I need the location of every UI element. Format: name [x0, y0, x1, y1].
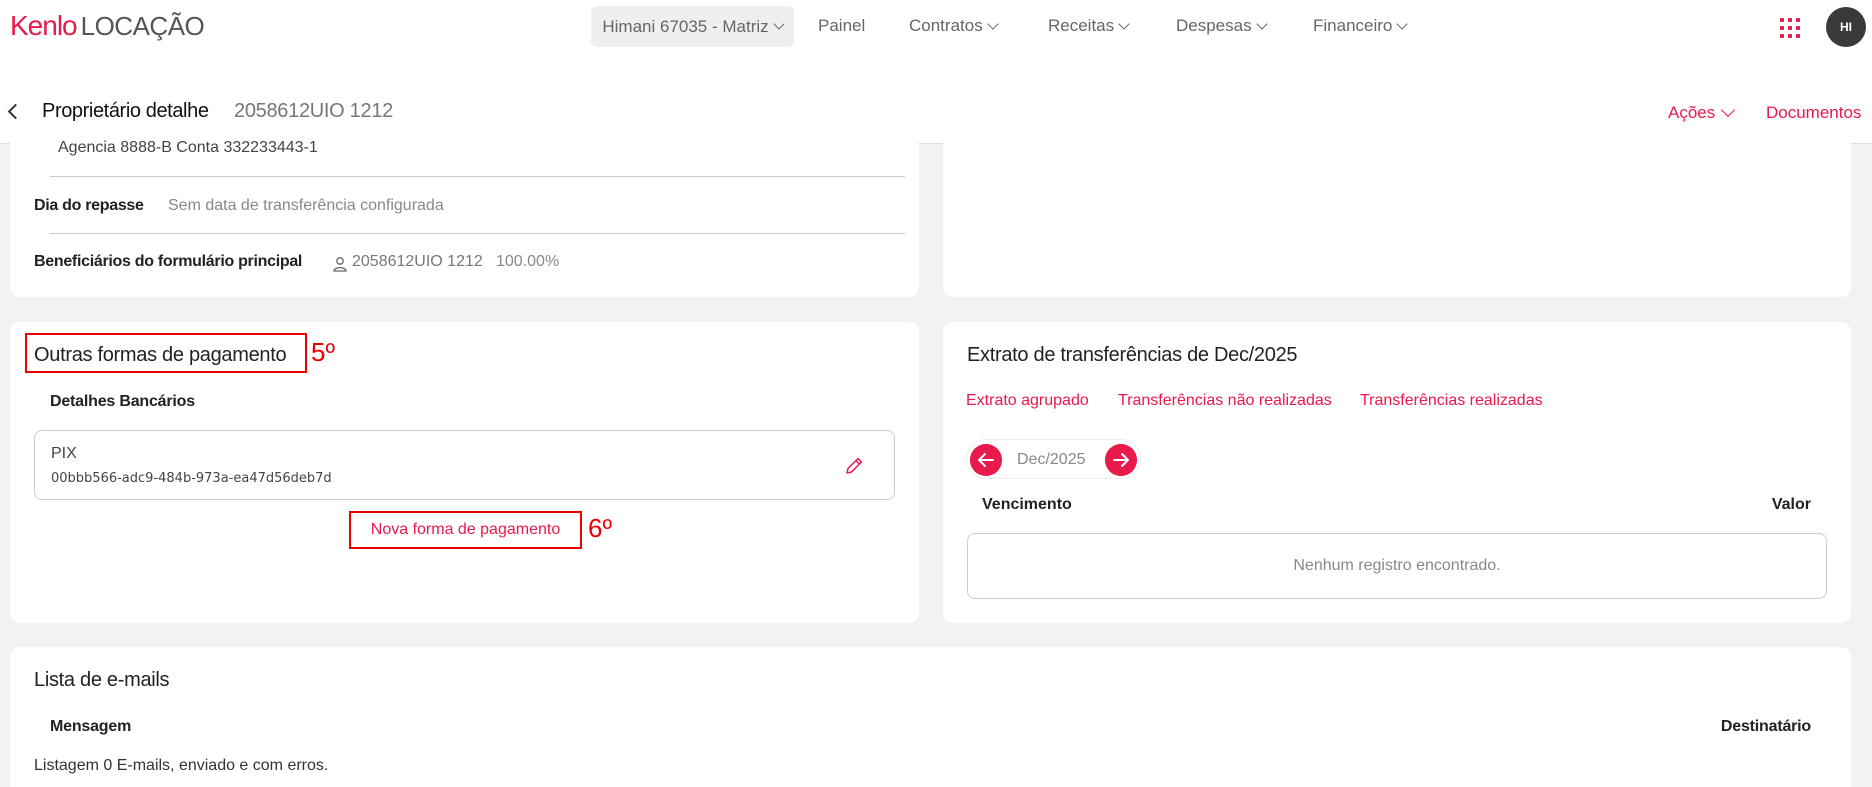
statement-card: Extrato de transferências de Dec/2025 Ex… [943, 322, 1851, 623]
nav-item-painel[interactable]: Painel [818, 16, 865, 36]
arrow-right-icon[interactable] [1105, 444, 1137, 476]
tab-realized-transfers[interactable]: Transferências realizadas [1360, 392, 1543, 410]
chevron-down-icon [772, 18, 785, 30]
arrow-left-icon[interactable] [970, 444, 1002, 476]
nav-item-despesas[interactable]: Despesas [1176, 16, 1268, 36]
actions-label: Ações [1668, 103, 1716, 122]
tab-unrealized-transfers[interactable]: Transferências não realizadas [1118, 392, 1332, 410]
beneficiary-name: 2058612UIO 1212 [352, 253, 483, 270]
nav-item-label: Painel [818, 16, 866, 35]
kenlo-logo[interactable]: Kenlo LOCAÇÃO [10, 10, 205, 42]
email-summary: Listagem 0 E-mails, enviado e com erros. [34, 757, 329, 774]
transfer-day-value: Sem data de transferência configurada [168, 197, 444, 214]
branch-select-label: Himani 67035 - Matriz [602, 16, 769, 36]
chevron-down-icon [1721, 102, 1736, 118]
step-marker-6: 6º [588, 513, 612, 543]
logo-brand: Kenlo [10, 10, 78, 41]
tab-grouped-statement[interactable]: Extrato agrupado [966, 392, 1089, 410]
page-title: Proprietário detalhe [42, 100, 209, 122]
branch-select[interactable]: Himani 67035 - Matriz [591, 6, 794, 47]
pencil-icon[interactable] [843, 455, 865, 477]
column-message: Mensagem [50, 718, 132, 735]
divider [50, 176, 905, 177]
month-label: Dec/2025 [1017, 451, 1086, 468]
nav-item-contratos[interactable]: Contratos [909, 16, 999, 36]
email-list-title: Lista de e-mails [34, 669, 170, 691]
statement-title: Extrato de transferências de Dec/2025 [967, 344, 1298, 366]
chevron-down-icon [1255, 17, 1268, 30]
pix-key: 00bbb566-adc9-484b-973a-ea47d56deb7d [51, 471, 332, 486]
step-marker-5: 5º [311, 337, 335, 367]
transfer-day-label: Dia do repasse [34, 197, 144, 214]
new-payment-method-button[interactable]: Nova forma de pagamento [349, 511, 582, 549]
documents-link[interactable]: Documentos [1766, 103, 1861, 123]
owner-code: 2058612UIO 1212 [234, 100, 393, 122]
pix-payment-item: PIX 00bbb566-adc9-484b-973a-ea47d56deb7d [34, 430, 895, 500]
nav-item-label: Financeiro [1313, 16, 1393, 35]
beneficiaries-label: Beneficiários do formulário principal [34, 253, 303, 270]
chevron-down-icon [1118, 17, 1130, 30]
user-icon [333, 257, 347, 272]
bank-account-line: Agencia 8888-B Conta 332233443-1 [58, 139, 318, 156]
month-navigator: Dec/2025 [966, 439, 1141, 479]
bank-details-label: Detalhes Bancários [50, 393, 195, 410]
empty-message: Nenhum registro encontrado. [1293, 557, 1501, 574]
column-value: Valor [1771, 496, 1811, 513]
page-header: Proprietário detalhe 2058612UIO 1212 Açõ… [0, 56, 1872, 144]
back-arrow-icon[interactable] [7, 103, 24, 120]
column-due-date: Vencimento [982, 496, 1072, 513]
owner-info-card: Agencia 8888-B Conta 332233443-1 Dia do … [10, 135, 919, 297]
nav-item-label: Despesas [1176, 16, 1252, 35]
pix-label: PIX [51, 445, 77, 462]
nav-item-label: Receitas [1048, 16, 1115, 35]
beneficiary-percent: 100.00% [496, 253, 560, 270]
side-info-card [943, 135, 1851, 297]
email-list-card: Lista de e-mails Mensagem Destinatário L… [10, 647, 1851, 787]
chevron-down-icon [987, 17, 999, 30]
highlight-box [25, 333, 307, 373]
empty-state: Nenhum registro encontrado. [967, 533, 1827, 599]
avatar[interactable]: HI [1826, 7, 1866, 47]
top-navbar: Kenlo LOCAÇÃO Himani 67035 - Matriz Pain… [0, 0, 1872, 56]
actions-dropdown[interactable]: Ações [1668, 102, 1736, 123]
column-recipient: Destinatário [1720, 718, 1811, 735]
nav-item-financeiro[interactable]: Financeiro [1313, 16, 1409, 36]
chevron-down-icon [1396, 17, 1409, 30]
nav-item-receitas[interactable]: Receitas [1048, 16, 1130, 36]
divider [50, 233, 905, 234]
apps-grid-icon[interactable] [1780, 18, 1800, 38]
nav-item-label: Contratos [909, 16, 983, 35]
logo-product: LOCAÇÃO [80, 11, 205, 41]
